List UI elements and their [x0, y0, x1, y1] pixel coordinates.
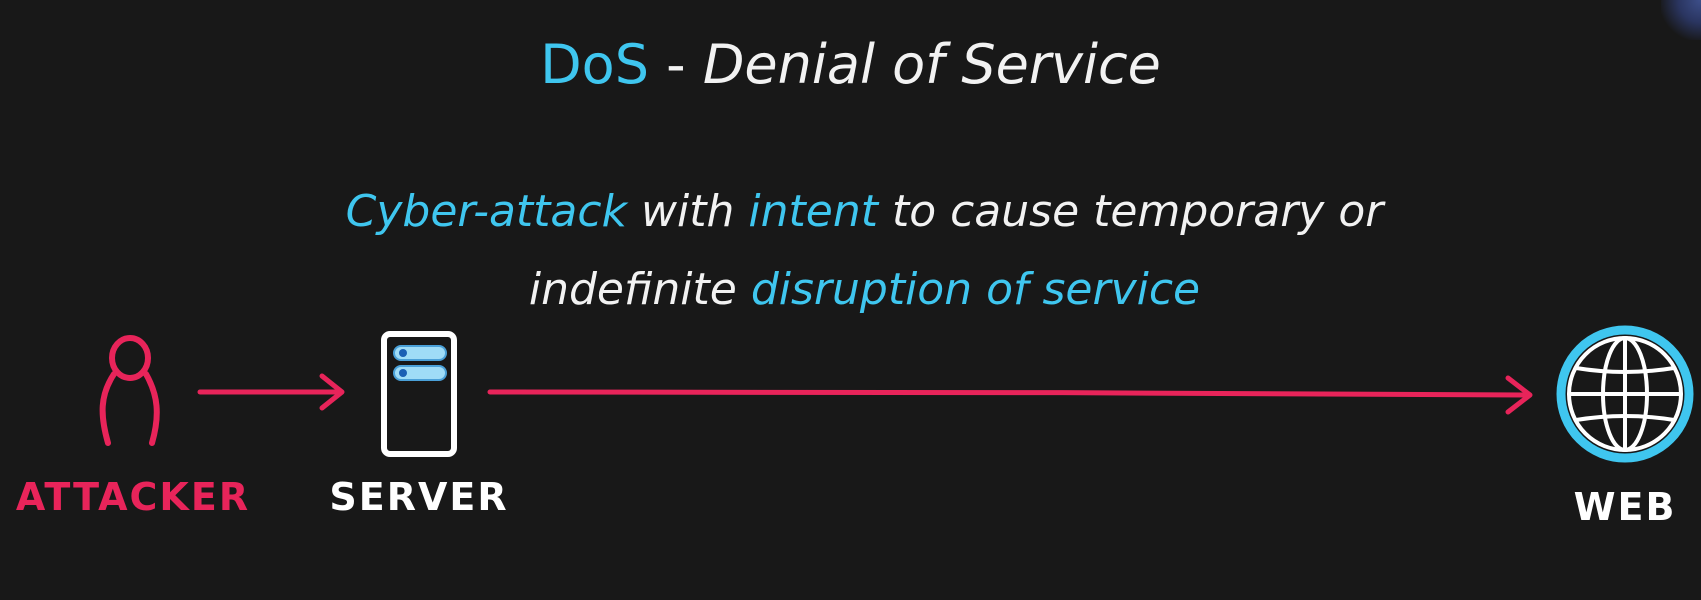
- globe-icon: [1556, 325, 1694, 463]
- server-icon: [381, 331, 457, 457]
- person-icon: [99, 335, 160, 446]
- arrow-attacker-to-server: [197, 373, 345, 411]
- web-label: WEB: [1574, 485, 1677, 529]
- attack-diagram: ATTACKER SERVER WEB: [16, 325, 1694, 529]
- arrow-server-to-web: [487, 375, 1533, 415]
- server-label: SERVER: [329, 475, 508, 519]
- attacker-label: ATTACKER: [16, 475, 250, 519]
